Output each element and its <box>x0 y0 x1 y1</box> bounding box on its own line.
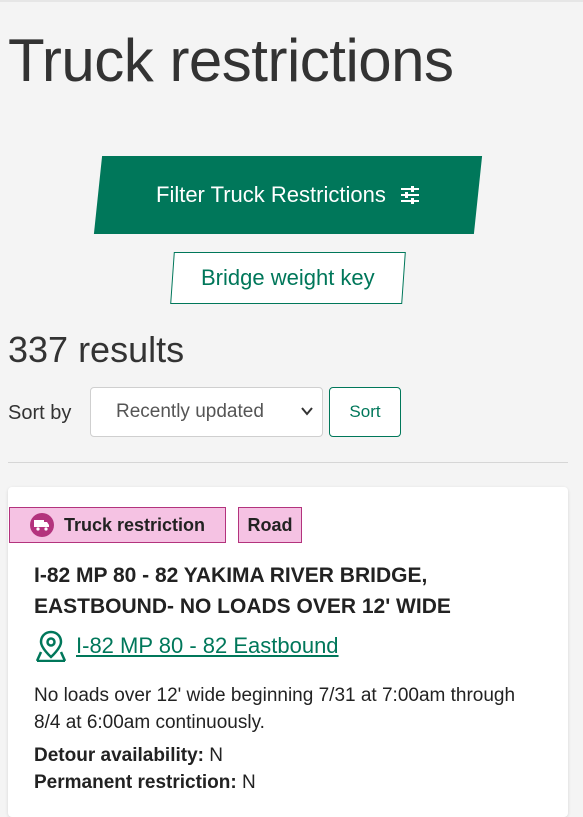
field-label: Permanent restriction: <box>34 772 237 793</box>
truck-icon <box>30 513 54 537</box>
location-link[interactable]: I-82 MP 80 - 82 Eastbound <box>76 633 339 659</box>
bridge-weight-key-button[interactable]: Bridge weight key <box>170 252 406 304</box>
map-pin-icon <box>36 630 66 662</box>
top-divider <box>0 0 583 2</box>
bridge-key-label: Bridge weight key <box>201 265 375 290</box>
truck-restriction-badge: Truck restriction <box>9 507 226 543</box>
sliders-icon <box>400 186 419 204</box>
field-value: N <box>242 772 256 793</box>
badge-label: Truck restriction <box>64 514 206 535</box>
sort-button[interactable]: Sort <box>329 387 401 437</box>
road-badge: Road <box>238 507 302 543</box>
results-divider <box>8 462 568 463</box>
field-value: N <box>209 745 224 766</box>
permanent-restriction: Permanent restriction: N <box>34 770 256 796</box>
badge-label: Road <box>247 514 293 535</box>
filter-button-label: Filter Truck Restrictions <box>156 182 386 207</box>
location-row: I-82 MP 80 - 82 Eastbound <box>36 630 339 662</box>
detour-availability: Detour availability: N <box>34 743 223 769</box>
filter-truck-restrictions-button[interactable]: Filter Truck Restrictions <box>93 156 483 234</box>
page-title: Truck restrictions <box>8 27 454 94</box>
sort-select[interactable]: Recently updated <box>90 387 323 437</box>
restriction-title: I-82 MP 80 - 82 YAKIMA RIVER BRIDGE, EAS… <box>34 564 451 618</box>
restriction-description: No loads over 12' wide beginning 7/31 at… <box>34 685 516 733</box>
sort-selected-value: Recently updated <box>116 401 264 422</box>
sort-label: Sort by <box>8 402 72 424</box>
chevron-down-icon <box>301 407 313 416</box>
field-label: Detour availability: <box>34 745 204 766</box>
results-count: 337 results <box>8 329 185 370</box>
